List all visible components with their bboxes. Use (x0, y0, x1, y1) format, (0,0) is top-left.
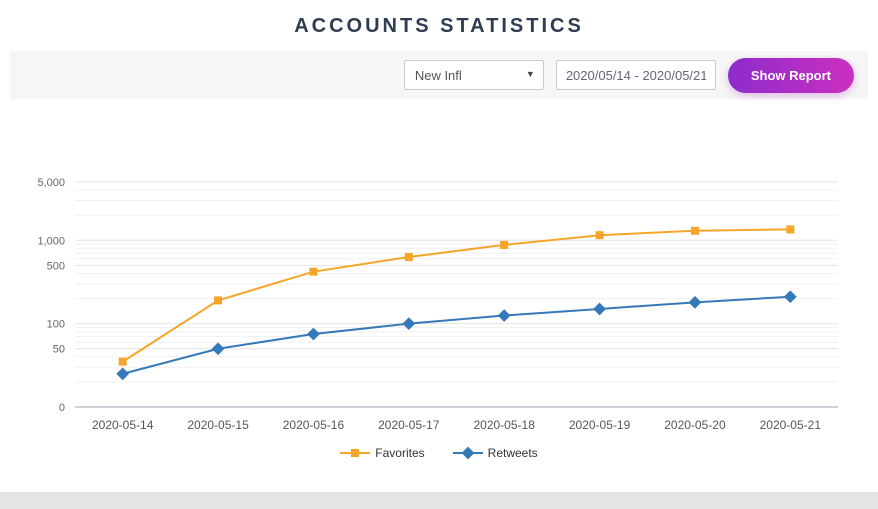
x-axis-label: 2020-05-18 (473, 418, 535, 432)
favorites-point[interactable] (595, 231, 604, 240)
legend-marker (461, 446, 475, 460)
legend-marker (351, 449, 360, 457)
retweets-point[interactable] (783, 290, 797, 304)
retweets-point[interactable] (307, 327, 320, 341)
line-chart: 0 50 100 500 1,000 5,000 2020-05-14 2020-05-15 2… (37, 177, 838, 432)
y-axis-label: 1,000 (37, 235, 65, 247)
y-axis-label: 500 (47, 260, 65, 272)
x-axis-label: 2020-05-14 (92, 418, 154, 432)
retweets-point[interactable] (593, 302, 606, 316)
legend-item-retweets[interactable]: Retweets (452, 446, 538, 460)
x-axis-label: 2020-05-17 (378, 418, 440, 432)
favorites-point[interactable] (786, 225, 795, 234)
x-axis-label: 2020-05-19 (569, 418, 631, 432)
favorites-point[interactable] (500, 240, 509, 249)
y-axis-label: 50 (53, 344, 65, 356)
favorites-point[interactable] (214, 296, 223, 305)
chart-container: 0 50 100 500 1,000 5,000 2020-05-14 2020-05-15 2… (10, 107, 868, 460)
retweets-point[interactable] (688, 295, 702, 309)
x-axis-label: 2020-05-15 (187, 418, 249, 432)
x-axis-label: 2020-05-21 (760, 418, 822, 432)
legend-item-favorites[interactable]: Favorites (340, 446, 425, 460)
page-title: ACCOUNTS STATISTICS (294, 15, 584, 37)
retweets-point[interactable] (497, 309, 511, 322)
retweets-line (122, 295, 791, 375)
retweets-point[interactable] (116, 367, 130, 381)
favorites-point[interactable] (404, 252, 413, 261)
y-axis-label: 0 (59, 402, 65, 414)
toolbar: New Infl ▼ Show Report (10, 51, 868, 99)
x-axis-label: 2020-05-16 (283, 418, 345, 432)
y-axis-label: 100 (47, 319, 65, 331)
date-range-input[interactable] (555, 60, 716, 90)
diamond-marker-icon (452, 446, 483, 460)
favorites-point[interactable] (309, 267, 318, 276)
accounts-statistics-page: ACCOUNTS STATISTICS New Infl ▼ Show Repo… (0, 0, 878, 492)
x-axis-label: 2020-05-20 (664, 418, 726, 432)
chart-legend: Favorites Retweets (10, 446, 868, 460)
legend-label: Favorites (375, 446, 425, 460)
favorites-point[interactable] (690, 226, 699, 235)
favorites-point[interactable] (118, 357, 127, 366)
retweets-point[interactable] (402, 317, 416, 330)
retweets-point[interactable] (211, 342, 225, 356)
filter-select[interactable]: New Infl (403, 60, 544, 90)
show-report-button[interactable]: Show Report (727, 57, 854, 93)
square-marker-icon (340, 449, 371, 457)
filter-select-wrap: New Infl ▼ (403, 60, 544, 90)
y-axis-label: 5,000 (37, 177, 65, 189)
legend-label: Retweets (487, 446, 538, 460)
